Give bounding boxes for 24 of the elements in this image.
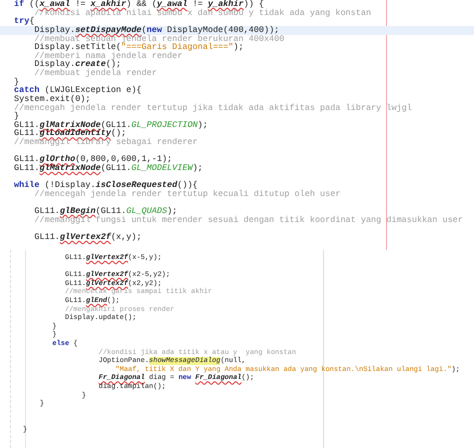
- code-line: GL11.glMatrixNode(GL11.GL_MODELVIEW);: [14, 162, 203, 173]
- code-line: while (!Display.isCloseRequested()){: [14, 180, 198, 190]
- code-line: Display.setTitle("===Garis Diagonal===");: [34, 42, 244, 52]
- code-comment: //mencegah jendela render tertutup kecuali ditutup oleh user: [34, 188, 340, 199]
- code-comment: //memberi nama jendela render: [34, 50, 182, 61]
- code-line: GL11.glOrtho(0,800,0,600,1,-1);: [14, 154, 172, 164]
- code-comment: //memanggil fungsi untuk merender sesuai dengan titik koordinat yang dimasukkan user: [34, 214, 463, 225]
- code-line: Display.setDispayMode(new DisplayMode(400,400));: [34, 24, 280, 35]
- code-line: }: [14, 111, 20, 122]
- code-line: if ((x_awal != x_akhir) && (y_awal != y_akhir)) {: [14, 0, 264, 9]
- code-comment: //membuat sebuah jendela render berukuran 400x400: [34, 34, 284, 44]
- code-line: System.exit(0);: [14, 94, 91, 104]
- code-line: GL11.glVertex2f(x,y);: [34, 232, 142, 242]
- code-comment: //mencegah jendela render tertutup jika tidak ada aktifitas pada library lwjgl: [14, 102, 412, 112]
- code-line: }: [14, 76, 20, 87]
- code-comment: //memanggil library sebagai renderer: [14, 137, 198, 147]
- code-line: Display.create();: [34, 59, 122, 70]
- code-line: GL11.glMatrixNode(GL11.GL_PROJECTION);: [14, 120, 208, 130]
- code-line: catch (LWJGLException e){: [14, 85, 142, 96]
- code-line: GL11.glLoadIdentity();: [14, 128, 126, 138]
- code-line: try{: [14, 16, 34, 26]
- code-comment: //membuat jendela render: [34, 68, 157, 78]
- code-comment: //kondisi apabila nilai sumbu x dan sumbu y tidak ada yang konstan: [34, 8, 372, 18]
- code-line: GL11.glBegin(GL11.GL_QUADS);: [34, 206, 178, 216]
